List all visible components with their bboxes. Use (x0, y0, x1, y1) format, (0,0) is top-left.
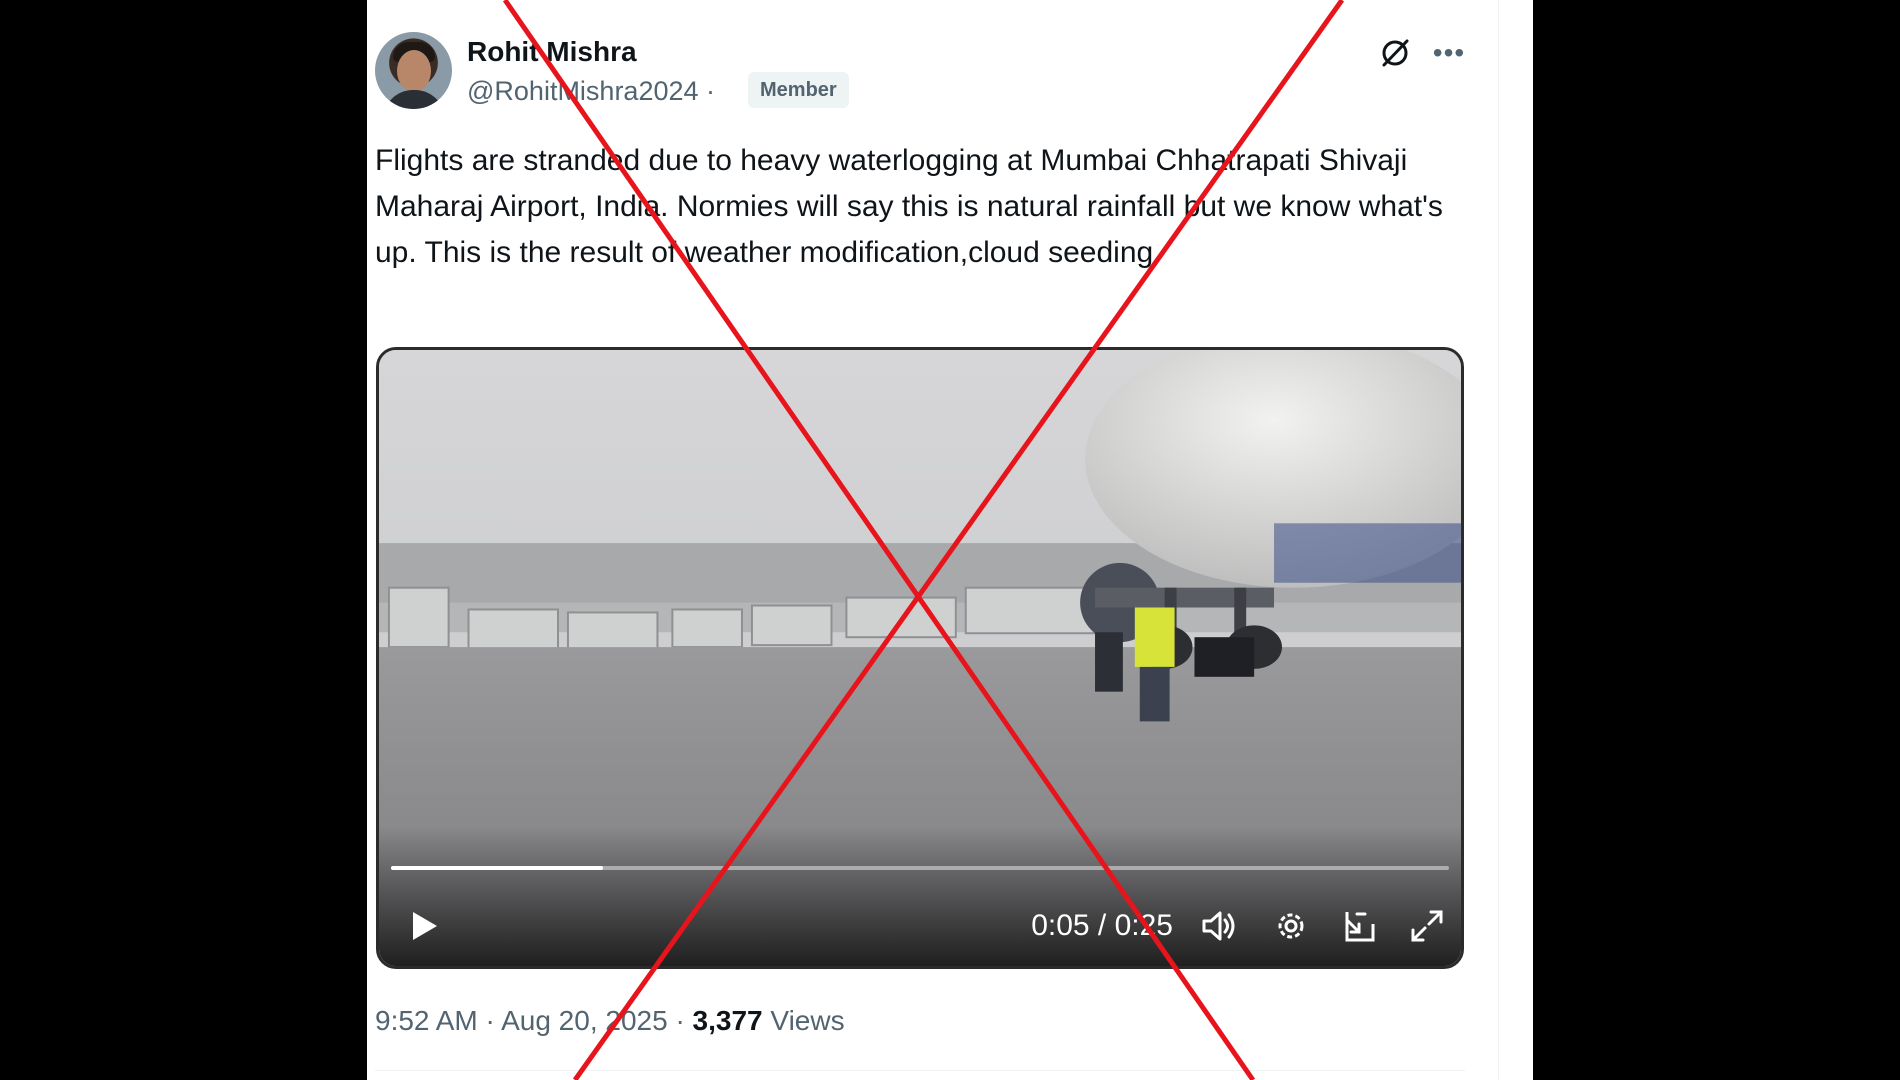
views-label: Views (770, 1005, 845, 1036)
progress-fill (391, 866, 603, 870)
more-icon[interactable]: ••• (1432, 38, 1466, 68)
video-player[interactable]: 0:05 / 0:25 (376, 347, 1464, 969)
progress-bar[interactable] (391, 866, 1449, 870)
avatar[interactable] (375, 32, 452, 109)
avatar-face (397, 50, 431, 92)
picture-in-picture-icon[interactable] (1339, 906, 1379, 946)
video-time: 0:05 / 0:25 (1031, 909, 1173, 942)
gear-icon[interactable] (1271, 906, 1311, 946)
volume-icon[interactable] (1199, 906, 1239, 946)
avatar-shirt (383, 90, 445, 109)
divider (1498, 0, 1499, 1080)
author-handle[interactable]: @RohitMishra2024 (467, 76, 699, 106)
post-timestamp[interactable]: 9:52 AM · Aug 20, 2025 · (375, 1005, 685, 1036)
grok-icon[interactable] (1378, 36, 1412, 70)
member-badge[interactable]: Member (748, 72, 849, 108)
author-name[interactable]: Rohit Mishra (467, 36, 637, 68)
handle-separator: · (706, 76, 716, 106)
post-card: Rohit Mishra @RohitMishra2024 · Member •… (367, 0, 1533, 1080)
post-meta: 9:52 AM · Aug 20, 2025 · 3,377 Views (375, 1005, 845, 1037)
divider (375, 1070, 1465, 1071)
author-handle-row: @RohitMishra2024 · (467, 76, 715, 107)
views-count: 3,377 (692, 1005, 763, 1036)
post-text: Flights are stranded due to heavy waterl… (375, 144, 1443, 269)
play-icon[interactable] (403, 906, 443, 946)
fullscreen-icon[interactable] (1407, 906, 1447, 946)
